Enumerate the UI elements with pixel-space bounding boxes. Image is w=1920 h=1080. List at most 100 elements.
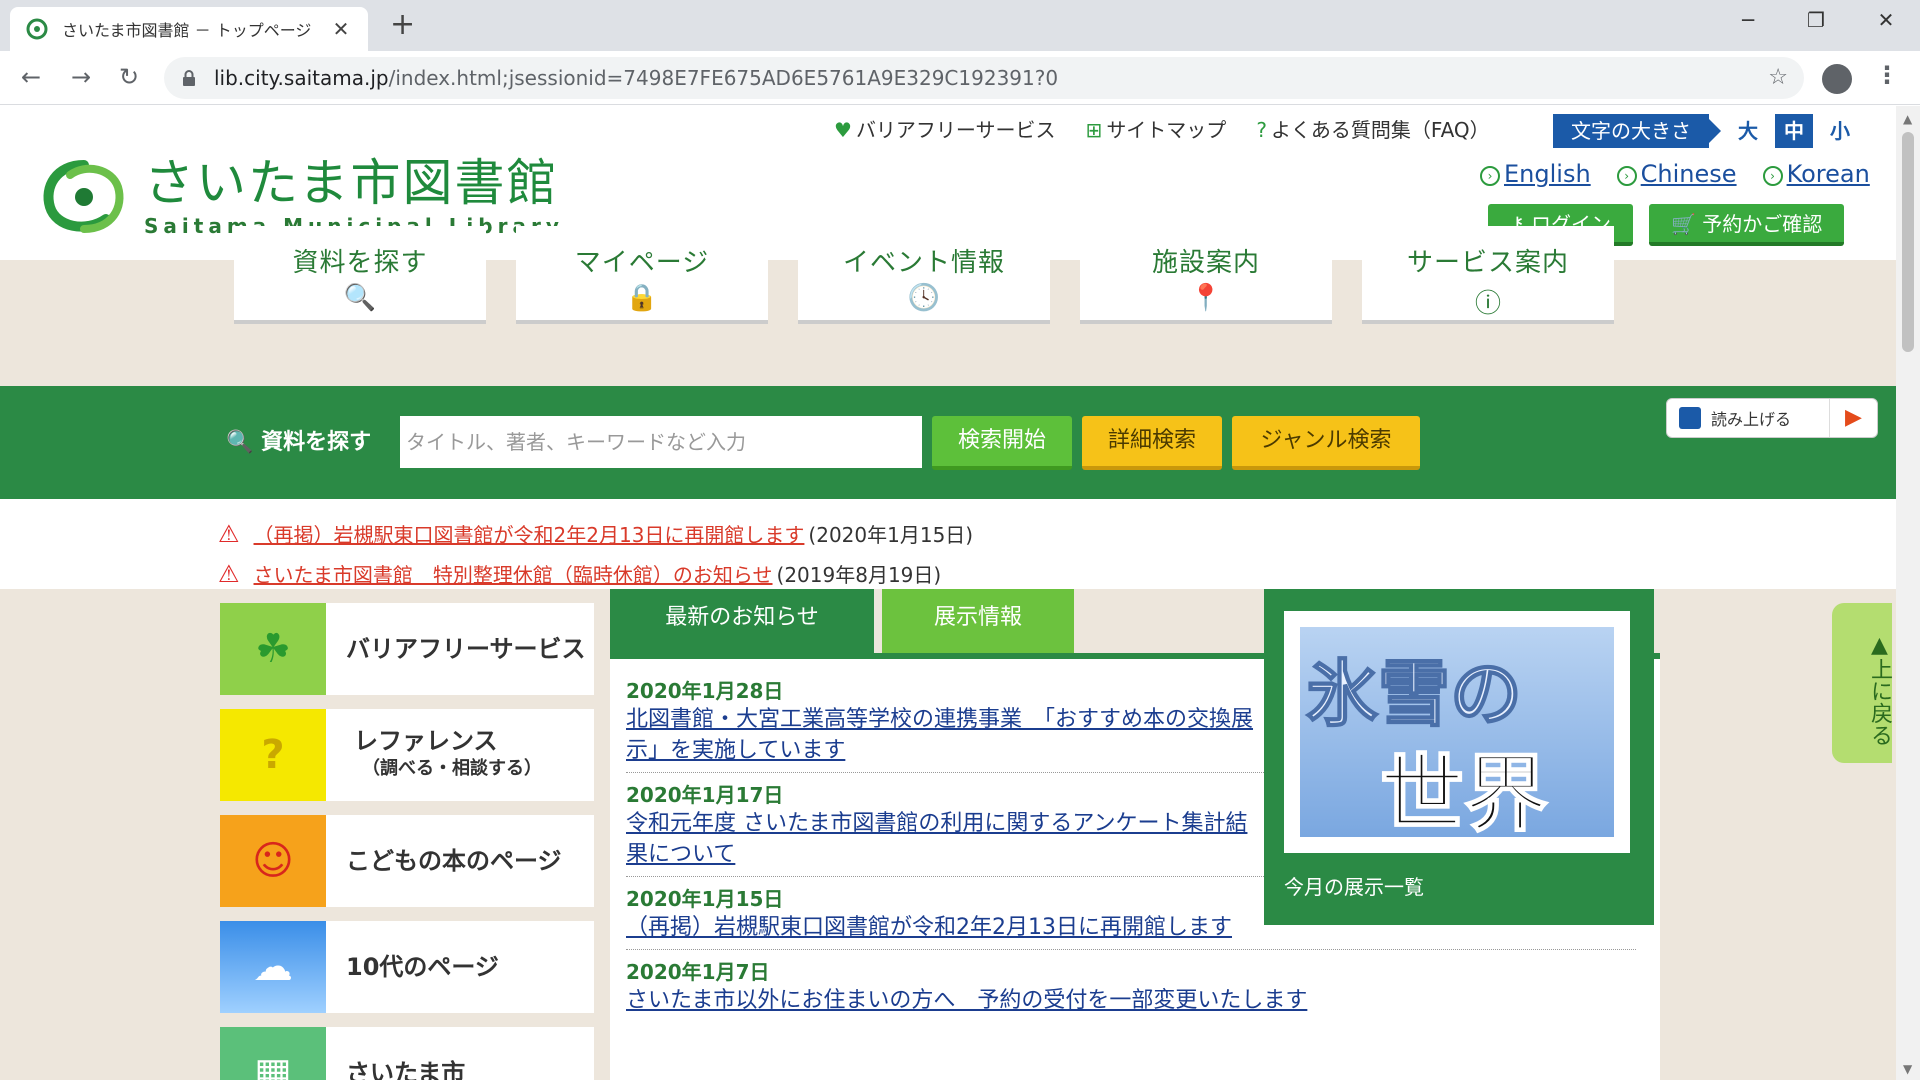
genre-search-button[interactable]: ジャンル検索	[1232, 416, 1420, 470]
play-icon[interactable]: ▶	[1829, 399, 1877, 437]
close-window-button[interactable]: ✕	[1866, 8, 1906, 32]
banner-reference[interactable]: ? レファレンス （調べる・相談する）	[220, 709, 594, 801]
scroll-thumb[interactable]	[1902, 132, 1914, 352]
scroll-down-icon[interactable]: ▼	[1903, 1062, 1912, 1076]
lock-icon	[183, 70, 195, 86]
lang-chinese-link[interactable]: Chinese	[1641, 160, 1737, 188]
banner-sublabel: （調べる・相談する）	[362, 758, 542, 779]
profile-avatar-icon[interactable]	[1822, 64, 1852, 94]
cloud-icon: ☁	[220, 921, 326, 1013]
sitemap-icon: ⊞	[1085, 118, 1103, 142]
tab-close-icon[interactable]: ✕	[330, 17, 352, 41]
banner-teens[interactable]: ☁ 10代のページ	[220, 921, 594, 1013]
browser-tab[interactable]: さいたま市図書館 － トップページ ✕	[10, 7, 368, 51]
banner-saitama[interactable]: ▦ さいたま市	[220, 1027, 594, 1080]
info-icon: ⓘ	[1474, 289, 1501, 319]
tab-title: さいたま市図書館 － トップページ	[62, 21, 312, 40]
character-icon: ☺	[220, 815, 326, 907]
nav-label: イベント情報	[842, 248, 1005, 278]
read-aloud-button[interactable]: 読み上げる ▶	[1666, 398, 1878, 438]
banner-label: バリアフリーサービス	[346, 635, 586, 663]
search-start-button[interactable]: 検索開始	[932, 416, 1072, 470]
reload-button[interactable]: ↻	[114, 63, 144, 91]
maximize-button[interactable]: ❐	[1796, 8, 1836, 32]
lang-english-link[interactable]: English	[1504, 160, 1591, 188]
news-link[interactable]: 令和元年度 さいたま市図書館の利用に関するアンケート集計結果について	[626, 808, 1266, 870]
banner-label: こどもの本のページ	[346, 847, 562, 875]
logo-mark-icon	[43, 160, 124, 233]
clover-icon: ☘	[220, 603, 326, 695]
nav-search-materials[interactable]: 資料を探す 🔍	[234, 226, 486, 324]
chevron-right-icon: ›	[1616, 166, 1637, 186]
bookmark-star-icon[interactable]: ☆	[1768, 65, 1788, 90]
clock-icon: 🕓	[907, 283, 941, 313]
exhibit-banner[interactable]: 氷雪の 世界	[1284, 611, 1630, 853]
forward-button[interactable]: →	[66, 63, 96, 91]
lang-korean-link[interactable]: Korean	[1787, 160, 1870, 188]
exhibit-title-top: 氷雪の	[1305, 650, 1523, 737]
banner-barrier-free[interactable]: ☘ バリアフリーサービス	[220, 603, 594, 695]
exhibit-list-link[interactable]: 今月の展示一覧	[1284, 871, 1634, 900]
back-button[interactable]: ←	[16, 63, 46, 91]
tab-latest-news[interactable]: 最新のお知らせ	[610, 589, 874, 653]
nav-my-page[interactable]: マイページ 🔒	[516, 226, 768, 324]
news-link[interactable]: さいたま市以外にお住まいの方へ 予約の受付を一部変更いたします	[626, 985, 1626, 1016]
search-icon: 🔍	[226, 430, 262, 455]
scroll-up-icon[interactable]: ▲	[1903, 112, 1912, 126]
banner-kids[interactable]: ☺ こどもの本のページ	[220, 815, 594, 907]
url-host: lib.city.saitama.jp	[214, 66, 389, 90]
main-content: ☘ バリアフリーサービス ? レファレンス （調べる・相談する） ☺ こどもの本の…	[0, 589, 1896, 1080]
page-viewport: さいたま市図書館 Saitama Municipal Library ♥バリアフ…	[0, 106, 1896, 1080]
lang-chinese[interactable]: › Chinese	[1616, 160, 1737, 188]
search-input[interactable]	[400, 416, 922, 468]
cart-button[interactable]: 🛒 予約かご確認	[1649, 204, 1845, 246]
nav-label: 施設案内	[1151, 248, 1260, 278]
nav-facilities[interactable]: 施設案内 📍	[1080, 226, 1332, 324]
nav-services[interactable]: サービス案内 ⓘ	[1362, 226, 1614, 324]
nav-label: 資料を探す	[292, 248, 428, 278]
read-aloud-label: 読み上げる	[1711, 410, 1792, 429]
page-scrollbar[interactable]: ▲ ▼	[1896, 106, 1920, 1080]
banner-label: レファレンス	[354, 727, 498, 755]
notice-item: ⚠ さいたま市図書館 特別整理休館（臨時休館）のお知らせ (2019年8月19日)	[218, 559, 941, 588]
location-icon: 📍	[1189, 283, 1223, 313]
font-size-large-button[interactable]: 大	[1729, 114, 1767, 148]
notice-item: ⚠ （再掲）岩槻駅東口図書館が令和2年2月13日に再開館します (2020年1月15…	[218, 519, 973, 548]
exhibit-image: 氷雪の 世界	[1300, 627, 1614, 837]
notice-link[interactable]: （再掲）岩槻駅東口図書館が令和2年2月13日に再開館します	[254, 523, 805, 547]
util-link-faq[interactable]: ? よくある質問集（FAQ）	[1256, 114, 1489, 143]
heart-icon: ♥	[834, 118, 852, 142]
new-tab-button[interactable]: +	[390, 10, 415, 40]
cart-label: 予約かご確認	[1702, 212, 1823, 236]
warning-icon: ⚠	[218, 520, 240, 548]
news-link[interactable]: （再掲）岩槻駅東口図書館が令和2年2月13日に再開館します	[626, 912, 1266, 943]
nav-events[interactable]: イベント情報 🕓	[798, 226, 1050, 324]
util-link-sitemap[interactable]: ⊞ サイトマップ	[1086, 114, 1227, 143]
question-icon: ?	[1256, 118, 1267, 142]
search-band: 🔍 資料を探す 検索開始 詳細検索 ジャンル検索 読み上げる ▶	[0, 386, 1896, 499]
speaker-icon	[1679, 407, 1701, 429]
browser-toolbar: ← → ↻ lib.city.saitama.jp/index.html;jse…	[0, 51, 1920, 105]
news-link[interactable]: 北図書館・大宮工業高等学校の連携事業 「おすすめ本の交換展示」を実施しています	[626, 704, 1266, 766]
lang-english[interactable]: › English	[1480, 160, 1591, 188]
exhibit-box: 氷雪の 世界 今月の展示一覧	[1264, 589, 1654, 925]
tab-exhibits[interactable]: 展示情報	[882, 589, 1074, 653]
browser-menu-icon[interactable]: ⋮	[1875, 61, 1899, 89]
back-to-top-button[interactable]: ▲上に戻る	[1832, 603, 1892, 763]
search-label: 🔍 資料を探す	[226, 424, 371, 456]
minimize-button[interactable]: ─	[1728, 8, 1768, 32]
font-size-small-button[interactable]: 小	[1821, 114, 1859, 148]
notice-link[interactable]: さいたま市図書館 特別整理休館（臨時休館）のお知らせ	[254, 563, 773, 587]
nav-label: サービス案内	[1406, 248, 1569, 278]
advanced-search-button[interactable]: 詳細検索	[1082, 416, 1222, 470]
util-link-label: よくある質問集（FAQ）	[1270, 118, 1490, 142]
address-bar[interactable]: lib.city.saitama.jp/index.html;jsessioni…	[164, 57, 1804, 99]
lang-korean[interactable]: › Korean	[1762, 160, 1870, 188]
util-link-barrier-free[interactable]: ♥ バリアフリーサービス	[834, 114, 1056, 143]
notice-date: (2019年8月19日)	[776, 563, 942, 587]
notice-date: (2020年1月15日)	[808, 523, 974, 547]
cart-icon: 🛒	[1671, 212, 1703, 236]
util-link-label: バリアフリーサービス	[855, 118, 1056, 142]
url-path: /index.html;jsessionid=7498E7FE675AD6E57…	[388, 66, 1059, 90]
font-size-medium-button[interactable]: 中	[1775, 114, 1813, 148]
